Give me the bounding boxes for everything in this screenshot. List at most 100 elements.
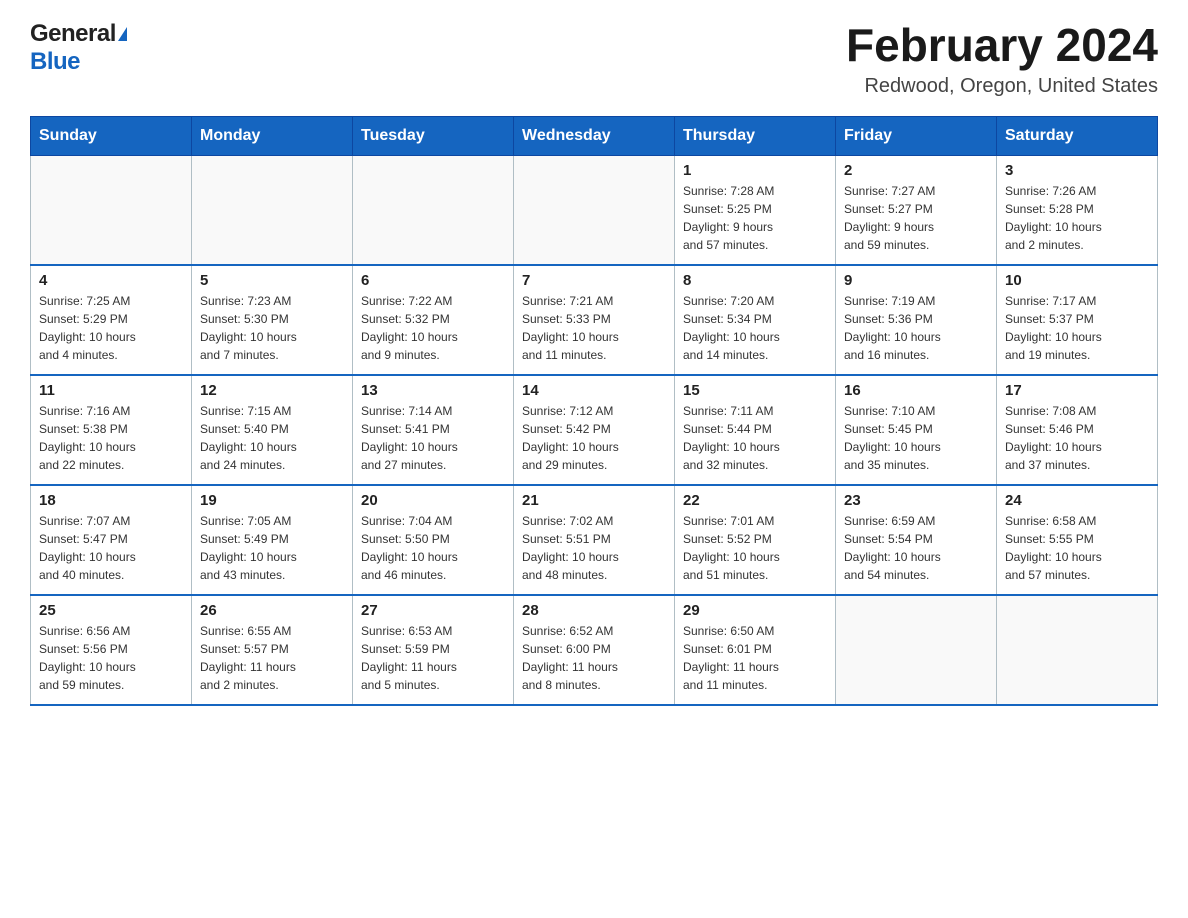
day-number: 1	[683, 162, 827, 179]
day-number: 19	[200, 492, 344, 509]
day-info: Sunrise: 6:56 AMSunset: 5:56 PMDaylight:…	[39, 622, 183, 694]
calendar-cell: 26 Sunrise: 6:55 AMSunset: 5:57 PMDayligh…	[192, 595, 353, 705]
day-info: Sunrise: 7:04 AMSunset: 5:50 PMDaylight:…	[361, 512, 505, 584]
day-info: Sunrise: 7:27 AMSunset: 5:27 PMDaylight:…	[844, 182, 988, 254]
calendar-cell: 14Sunrise: 7:12 AMSunset: 5:42 PMDayligh…	[514, 375, 675, 485]
day-info: Sunrise: 7:17 AMSunset: 5:37 PMDaylight:…	[1005, 292, 1149, 364]
calendar-week-3: 11 Sunrise: 7:16 AMSunset: 5:38 PMDayligh…	[31, 375, 1158, 485]
calendar-cell: 13Sunrise: 7:14 AMSunset: 5:41 PMDayligh…	[353, 375, 514, 485]
day-number: 10	[1005, 272, 1149, 289]
day-info: Sunrise: 7:28 AMSunset: 5:25 PMDaylight:…	[683, 182, 827, 254]
header-day-friday: Friday	[836, 116, 997, 155]
calendar-cell: 2 Sunrise: 7:27 AMSunset: 5:27 PMDaylight…	[836, 155, 997, 265]
calendar-cell: 9 Sunrise: 7:19 AMSunset: 5:36 PMDaylight…	[836, 265, 997, 375]
header-day-sunday: Sunday	[31, 116, 192, 155]
day-number: 5	[200, 272, 344, 289]
header-day-tuesday: Tuesday	[353, 116, 514, 155]
calendar-cell: 27 Sunrise: 6:53 AMSunset: 5:59 PMDayligh…	[353, 595, 514, 705]
calendar-cell: 18 Sunrise: 7:07 AMSunset: 5:47 PMDayligh…	[31, 485, 192, 595]
day-number: 28	[522, 602, 666, 619]
day-info: Sunrise: 7:01 AMSunset: 5:52 PMDaylight:…	[683, 512, 827, 584]
calendar-cell: 8 Sunrise: 7:20 AMSunset: 5:34 PMDaylight…	[675, 265, 836, 375]
day-number: 6	[361, 272, 505, 289]
day-number: 20	[361, 492, 505, 509]
day-number: 11	[39, 382, 183, 399]
calendar-cell: 20 Sunrise: 7:04 AMSunset: 5:50 PMDayligh…	[353, 485, 514, 595]
calendar-cell: 23 Sunrise: 6:59 AMSunset: 5:54 PMDayligh…	[836, 485, 997, 595]
calendar-cell: 3Sunrise: 7:26 AMSunset: 5:28 PMDaylight…	[997, 155, 1158, 265]
day-info: Sunrise: 6:55 AMSunset: 5:57 PMDaylight:…	[200, 622, 344, 694]
day-info: Sunrise: 7:26 AMSunset: 5:28 PMDaylight:…	[1005, 182, 1149, 254]
day-info: Sunrise: 6:52 AMSunset: 6:00 PMDaylight:…	[522, 622, 666, 694]
day-info: Sunrise: 6:50 AMSunset: 6:01 PMDaylight:…	[683, 622, 827, 694]
day-number: 12	[200, 382, 344, 399]
day-number: 23	[844, 492, 988, 509]
day-number: 16	[844, 382, 988, 399]
day-number: 18	[39, 492, 183, 509]
day-number: 17	[1005, 382, 1149, 399]
day-number: 2	[844, 162, 988, 179]
logo-general-text: General	[30, 20, 116, 48]
header-day-wednesday: Wednesday	[514, 116, 675, 155]
calendar-cell: 12Sunrise: 7:15 AMSunset: 5:40 PMDayligh…	[192, 375, 353, 485]
calendar-cell: 16 Sunrise: 7:10 AMSunset: 5:45 PMDayligh…	[836, 375, 997, 485]
calendar-week-4: 18 Sunrise: 7:07 AMSunset: 5:47 PMDayligh…	[31, 485, 1158, 595]
logo-triangle-icon	[118, 27, 127, 41]
header-day-saturday: Saturday	[997, 116, 1158, 155]
calendar-cell	[836, 595, 997, 705]
calendar-cell	[31, 155, 192, 265]
calendar-cell: 11 Sunrise: 7:16 AMSunset: 5:38 PMDayligh…	[31, 375, 192, 485]
calendar-week-2: 4 Sunrise: 7:25 AMSunset: 5:29 PMDaylight…	[31, 265, 1158, 375]
day-info: Sunrise: 7:16 AMSunset: 5:38 PMDaylight:…	[39, 402, 183, 474]
day-number: 9	[844, 272, 988, 289]
calendar-cell: 1 Sunrise: 7:28 AMSunset: 5:25 PMDaylight…	[675, 155, 836, 265]
day-number: 22	[683, 492, 827, 509]
calendar-cell: 29 Sunrise: 6:50 AMSunset: 6:01 PMDayligh…	[675, 595, 836, 705]
day-info: Sunrise: 7:07 AMSunset: 5:47 PMDaylight:…	[39, 512, 183, 584]
day-info: Sunrise: 7:20 AMSunset: 5:34 PMDaylight:…	[683, 292, 827, 364]
month-title: February 2024	[846, 20, 1158, 71]
calendar-cell: 21Sunrise: 7:02 AMSunset: 5:51 PMDayligh…	[514, 485, 675, 595]
day-number: 24	[1005, 492, 1149, 509]
day-info: Sunrise: 7:23 AMSunset: 5:30 PMDaylight:…	[200, 292, 344, 364]
calendar-cell: 25 Sunrise: 6:56 AMSunset: 5:56 PMDayligh…	[31, 595, 192, 705]
day-info: Sunrise: 7:22 AMSunset: 5:32 PMDaylight:…	[361, 292, 505, 364]
day-number: 4	[39, 272, 183, 289]
day-number: 27	[361, 602, 505, 619]
day-number: 7	[522, 272, 666, 289]
day-info: Sunrise: 7:10 AMSunset: 5:45 PMDaylight:…	[844, 402, 988, 474]
day-info: Sunrise: 6:53 AMSunset: 5:59 PMDaylight:…	[361, 622, 505, 694]
calendar-header-row: SundayMondayTuesdayWednesdayThursdayFrid…	[31, 116, 1158, 155]
calendar-cell	[514, 155, 675, 265]
calendar-week-5: 25 Sunrise: 6:56 AMSunset: 5:56 PMDayligh…	[31, 595, 1158, 705]
day-info: Sunrise: 7:11 AMSunset: 5:44 PMDaylight:…	[683, 402, 827, 474]
logo-blue-text: Blue	[30, 48, 80, 76]
day-number: 29	[683, 602, 827, 619]
day-info: Sunrise: 6:58 AMSunset: 5:55 PMDaylight:…	[1005, 512, 1149, 584]
calendar-cell: 15 Sunrise: 7:11 AMSunset: 5:44 PMDayligh…	[675, 375, 836, 485]
day-number: 14	[522, 382, 666, 399]
calendar-week-1: 1 Sunrise: 7:28 AMSunset: 5:25 PMDaylight…	[31, 155, 1158, 265]
day-number: 25	[39, 602, 183, 619]
day-number: 13	[361, 382, 505, 399]
location-label: Redwood, Oregon, United States	[846, 75, 1158, 98]
day-number: 15	[683, 382, 827, 399]
calendar-cell: 7Sunrise: 7:21 AMSunset: 5:33 PMDaylight…	[514, 265, 675, 375]
day-info: Sunrise: 7:05 AMSunset: 5:49 PMDaylight:…	[200, 512, 344, 584]
day-info: Sunrise: 7:25 AMSunset: 5:29 PMDaylight:…	[39, 292, 183, 364]
day-number: 8	[683, 272, 827, 289]
calendar-cell: 19 Sunrise: 7:05 AMSunset: 5:49 PMDayligh…	[192, 485, 353, 595]
calendar-cell	[353, 155, 514, 265]
calendar-cell: 4 Sunrise: 7:25 AMSunset: 5:29 PMDaylight…	[31, 265, 192, 375]
day-number: 26	[200, 602, 344, 619]
calendar-table: SundayMondayTuesdayWednesdayThursdayFrid…	[30, 116, 1158, 707]
day-info: Sunrise: 6:59 AMSunset: 5:54 PMDaylight:…	[844, 512, 988, 584]
day-number: 21	[522, 492, 666, 509]
calendar-cell: 24 Sunrise: 6:58 AMSunset: 5:55 PMDayligh…	[997, 485, 1158, 595]
calendar-cell: 28 Sunrise: 6:52 AMSunset: 6:00 PMDayligh…	[514, 595, 675, 705]
calendar-cell: 6 Sunrise: 7:22 AMSunset: 5:32 PMDaylight…	[353, 265, 514, 375]
day-info: Sunrise: 7:08 AMSunset: 5:46 PMDaylight:…	[1005, 402, 1149, 474]
logo: General Blue	[30, 20, 127, 76]
day-info: Sunrise: 7:19 AMSunset: 5:36 PMDaylight:…	[844, 292, 988, 364]
title-block: February 2024 Redwood, Oregon, United St…	[846, 20, 1158, 98]
